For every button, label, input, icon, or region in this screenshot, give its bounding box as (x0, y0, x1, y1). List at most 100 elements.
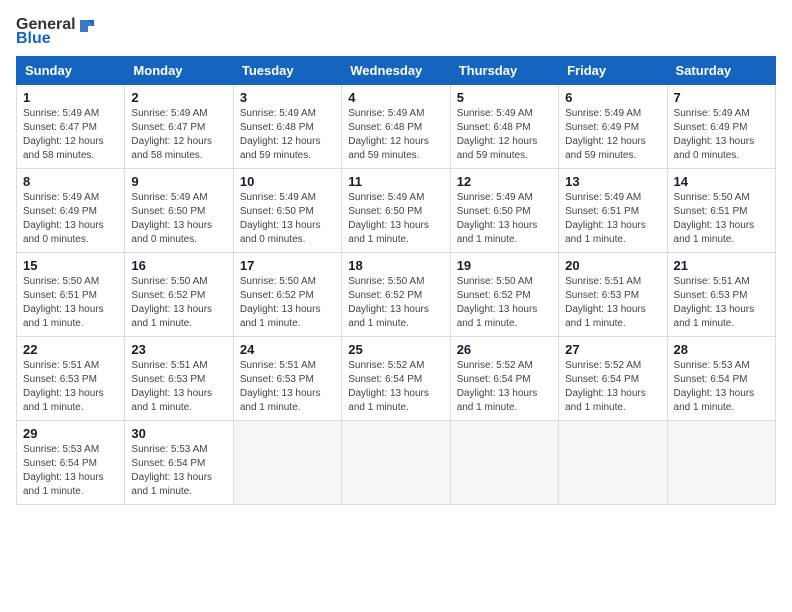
calendar-cell: 11 Sunrise: 5:49 AM Sunset: 6:50 PM Dayli… (342, 169, 450, 253)
calendar-cell: 16Sunrise: 5:50 AM Sunset: 6:52 PM Dayli… (125, 253, 233, 337)
day-number: 11 (348, 174, 443, 189)
day-info: Sunrise: 5:49 AM Sunset: 6:47 PM Dayligh… (23, 107, 118, 163)
day-info: Sunrise: 5:50 AM Sunset: 6:52 PM Dayligh… (240, 275, 335, 331)
day-info: Sunrise: 5:49 AM Sunset: 6:49 PM Dayligh… (23, 191, 118, 247)
calendar-cell: 19 Sunrise: 5:50 AM Sunset: 6:52 PM Dayli… (450, 253, 558, 337)
day-number: 9 (131, 174, 226, 189)
calendar-cell: 2 Sunrise: 5:49 AM Sunset: 6:47 PM Daylig… (125, 85, 233, 169)
day-info: Sunrise: 5:49 AM Sunset: 6:47 PM Dayligh… (131, 107, 226, 163)
column-header-monday: Monday (125, 57, 233, 85)
logo-container: General Blue (16, 16, 96, 48)
calendar-cell: 27Sunrise: 5:52 AM Sunset: 6:54 PM Dayli… (559, 337, 667, 421)
column-header-tuesday: Tuesday (233, 57, 341, 85)
calendar-cell: 4Sunrise: 5:49 AM Sunset: 6:48 PM Daylig… (342, 85, 450, 169)
day-number: 5 (457, 90, 552, 105)
day-number: 18 (348, 258, 443, 273)
day-number: 21 (674, 258, 769, 273)
week-row-2: 8 Sunrise: 5:49 AM Sunset: 6:49 PM Daylig… (17, 169, 776, 253)
calendar-cell: 28 Sunrise: 5:53 AM Sunset: 6:54 PM Dayli… (667, 337, 775, 421)
day-info: Sunrise: 5:50 AM Sunset: 6:52 PM Dayligh… (457, 275, 552, 331)
day-info: Sunrise: 5:50 AM Sunset: 6:52 PM Dayligh… (348, 275, 443, 331)
day-info: Sunrise: 5:49 AM Sunset: 6:49 PM Dayligh… (565, 107, 660, 163)
day-info: Sunrise: 5:49 AM Sunset: 6:49 PM Dayligh… (674, 107, 769, 163)
calendar-cell: 17 Sunrise: 5:50 AM Sunset: 6:52 PM Dayli… (233, 253, 341, 337)
calendar-cell: 14 Sunrise: 5:50 AM Sunset: 6:51 PM Dayli… (667, 169, 775, 253)
header: General Blue (16, 16, 776, 48)
logo-blue: Blue (16, 30, 51, 48)
calendar-cell: 18 Sunrise: 5:50 AM Sunset: 6:52 PM Dayli… (342, 253, 450, 337)
day-info: Sunrise: 5:51 AM Sunset: 6:53 PM Dayligh… (23, 359, 118, 415)
calendar-cell: 24 Sunrise: 5:51 AM Sunset: 6:53 PM Dayli… (233, 337, 341, 421)
day-info: Sunrise: 5:52 AM Sunset: 6:54 PM Dayligh… (348, 359, 443, 415)
day-number: 1 (23, 90, 118, 105)
calendar-cell: 7Sunrise: 5:49 AM Sunset: 6:49 PM Daylig… (667, 85, 775, 169)
day-info: Sunrise: 5:51 AM Sunset: 6:53 PM Dayligh… (674, 275, 769, 331)
day-number: 12 (457, 174, 552, 189)
day-info: Sunrise: 5:53 AM Sunset: 6:54 PM Dayligh… (674, 359, 769, 415)
day-info: Sunrise: 5:49 AM Sunset: 6:50 PM Dayligh… (457, 191, 552, 247)
calendar-cell: 8 Sunrise: 5:49 AM Sunset: 6:49 PM Daylig… (17, 169, 125, 253)
calendar-cell: 21 Sunrise: 5:51 AM Sunset: 6:53 PM Dayli… (667, 253, 775, 337)
column-header-thursday: Thursday (450, 57, 558, 85)
calendar-cell: 29 Sunrise: 5:53 AM Sunset: 6:54 PM Dayli… (17, 421, 125, 505)
logo-arrow-icon (78, 16, 96, 34)
calendar-cell: 12 Sunrise: 5:49 AM Sunset: 6:50 PM Dayli… (450, 169, 558, 253)
calendar-cell (233, 421, 341, 505)
calendar-cell: 3 Sunrise: 5:49 AM Sunset: 6:48 PM Daylig… (233, 85, 341, 169)
calendar-cell (667, 421, 775, 505)
day-number: 19 (457, 258, 552, 273)
day-number: 27 (565, 342, 660, 357)
calendar-cell: 30Sunrise: 5:53 AM Sunset: 6:54 PM Dayli… (125, 421, 233, 505)
day-number: 29 (23, 426, 118, 441)
day-number: 15 (23, 258, 118, 273)
calendar-cell (450, 421, 558, 505)
day-info: Sunrise: 5:51 AM Sunset: 6:53 PM Dayligh… (240, 359, 335, 415)
calendar-cell: 26 Sunrise: 5:52 AM Sunset: 6:54 PM Dayli… (450, 337, 558, 421)
column-header-saturday: Saturday (667, 57, 775, 85)
day-info: Sunrise: 5:52 AM Sunset: 6:54 PM Dayligh… (457, 359, 552, 415)
week-row-4: 22 Sunrise: 5:51 AM Sunset: 6:53 PM Dayli… (17, 337, 776, 421)
calendar-cell: 10Sunrise: 5:49 AM Sunset: 6:50 PM Dayli… (233, 169, 341, 253)
day-info: Sunrise: 5:50 AM Sunset: 6:51 PM Dayligh… (674, 191, 769, 247)
day-number: 25 (348, 342, 443, 357)
day-number: 4 (348, 90, 443, 105)
calendar-cell: 6 Sunrise: 5:49 AM Sunset: 6:49 PM Daylig… (559, 85, 667, 169)
calendar-cell: 15 Sunrise: 5:50 AM Sunset: 6:51 PM Dayli… (17, 253, 125, 337)
day-number: 2 (131, 90, 226, 105)
calendar-cell: 23Sunrise: 5:51 AM Sunset: 6:53 PM Dayli… (125, 337, 233, 421)
calendar-cell: 5Sunrise: 5:49 AM Sunset: 6:48 PM Daylig… (450, 85, 558, 169)
day-number: 13 (565, 174, 660, 189)
column-header-friday: Friday (559, 57, 667, 85)
day-info: Sunrise: 5:49 AM Sunset: 6:48 PM Dayligh… (240, 107, 335, 163)
day-number: 20 (565, 258, 660, 273)
day-number: 26 (457, 342, 552, 357)
calendar-table: SundayMondayTuesdayWednesdayThursdayFrid… (16, 56, 776, 505)
calendar-cell: 20Sunrise: 5:51 AM Sunset: 6:53 PM Dayli… (559, 253, 667, 337)
day-number: 28 (674, 342, 769, 357)
day-info: Sunrise: 5:51 AM Sunset: 6:53 PM Dayligh… (131, 359, 226, 415)
week-row-3: 15 Sunrise: 5:50 AM Sunset: 6:51 PM Dayli… (17, 253, 776, 337)
day-info: Sunrise: 5:49 AM Sunset: 6:50 PM Dayligh… (131, 191, 226, 247)
logo: General Blue (16, 16, 96, 48)
day-number: 24 (240, 342, 335, 357)
day-number: 6 (565, 90, 660, 105)
calendar-body: 1 Sunrise: 5:49 AM Sunset: 6:47 PM Daylig… (17, 85, 776, 505)
column-header-sunday: Sunday (17, 57, 125, 85)
day-info: Sunrise: 5:49 AM Sunset: 6:50 PM Dayligh… (348, 191, 443, 247)
calendar-header: SundayMondayTuesdayWednesdayThursdayFrid… (17, 57, 776, 85)
calendar-cell: 22 Sunrise: 5:51 AM Sunset: 6:53 PM Dayli… (17, 337, 125, 421)
week-row-5: 29 Sunrise: 5:53 AM Sunset: 6:54 PM Dayli… (17, 421, 776, 505)
day-number: 14 (674, 174, 769, 189)
day-info: Sunrise: 5:49 AM Sunset: 6:51 PM Dayligh… (565, 191, 660, 247)
calendar-cell: 1 Sunrise: 5:49 AM Sunset: 6:47 PM Daylig… (17, 85, 125, 169)
day-number: 8 (23, 174, 118, 189)
day-number: 22 (23, 342, 118, 357)
day-number: 3 (240, 90, 335, 105)
day-info: Sunrise: 5:50 AM Sunset: 6:51 PM Dayligh… (23, 275, 118, 331)
day-number: 10 (240, 174, 335, 189)
calendar-cell (559, 421, 667, 505)
calendar-cell (342, 421, 450, 505)
header-row: SundayMondayTuesdayWednesdayThursdayFrid… (17, 57, 776, 85)
day-info: Sunrise: 5:53 AM Sunset: 6:54 PM Dayligh… (23, 443, 118, 499)
day-number: 17 (240, 258, 335, 273)
